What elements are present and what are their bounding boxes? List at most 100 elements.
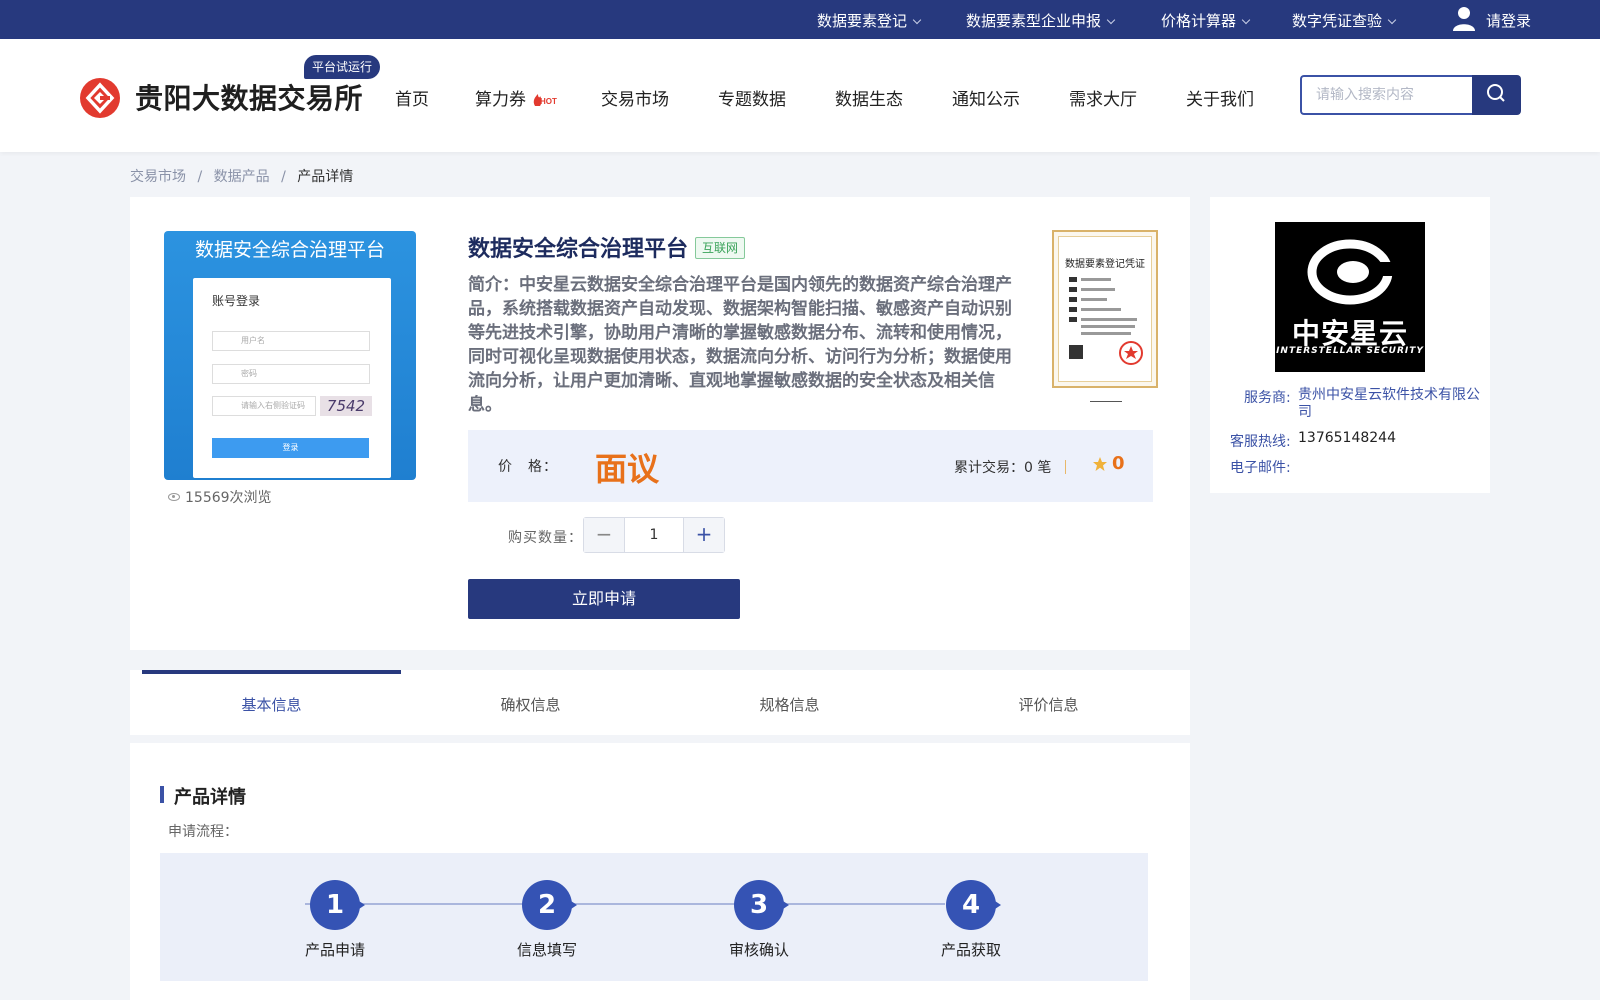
star-icon: [1093, 457, 1107, 471]
hotline-value: 13765148244: [1298, 430, 1396, 446]
quantity-label: 购买数量：: [508, 530, 583, 546]
provider-label-text: 服务商:: [1244, 390, 1291, 406]
provider-name[interactable]: 贵州中安星云软件技术有限公司: [1298, 387, 1483, 421]
trial-badge: 平台试运行: [304, 55, 381, 79]
provider-label: 服务商:: [1244, 387, 1291, 407]
step-number: 2: [522, 880, 577, 930]
topnav-price-calculator[interactable]: 价格计算器: [1161, 10, 1251, 31]
nav-ecosystem[interactable]: 数据生态: [835, 85, 903, 110]
tab-ownership-info[interactable]: 确权信息: [401, 670, 660, 735]
product-image: 数据安全综合治理平台 账号登录 用户名 密码 请输入右侧验证码 7542 登录: [164, 231, 416, 480]
certificate-inner: 数据要素登记凭证: [1058, 236, 1152, 382]
flow-step: 3 审核确认: [699, 880, 819, 960]
mock-username-field: 用户名: [212, 331, 370, 351]
product-image-login-mock: 账号登录 用户名 密码 请输入右侧验证码 7542 登录: [193, 278, 391, 478]
product-title: 数据安全综合治理平台: [468, 237, 689, 262]
detail-tabs: 基本信息 确权信息 规格信息 评价信息: [130, 670, 1190, 735]
search-box: [1300, 75, 1472, 115]
product-card: 数据安全综合治理平台 账号登录 用户名 密码 请输入右侧验证码 7542 登录 …: [130, 197, 1190, 650]
price-panel: 价 格： 面议 累计交易：0 笔 0: [468, 430, 1153, 502]
site-logo-text[interactable]: 贵阳大数据交易所: [135, 77, 363, 117]
mock-password-field: 密码: [212, 364, 370, 384]
flow-step: 2 信息填写: [487, 880, 607, 960]
chevron-down-icon: [1241, 15, 1251, 25]
topnav-certificate-check[interactable]: 数字凭证查验: [1292, 10, 1397, 31]
site-header: 贵阳大数据交易所 平台试运行 首页 算力券 HOT 交易市场 专题数据 数据生态…: [0, 39, 1600, 152]
mock-captcha-field: 请输入右侧验证码: [212, 396, 316, 416]
search-icon: [1487, 84, 1505, 102]
chevron-down-icon: [912, 15, 922, 25]
price-label: 价 格：: [498, 459, 558, 475]
search-input[interactable]: [1302, 77, 1472, 113]
breadcrumb: 交易市场 / 数据产品 / 产品详情: [130, 166, 360, 186]
flow-step: 1 产品申请: [275, 880, 395, 960]
rating-value: 0: [1112, 453, 1125, 474]
breadcrumb-market[interactable]: 交易市场: [130, 169, 186, 185]
section-title: 产品详情: [160, 783, 246, 809]
nav-about[interactable]: 关于我们: [1186, 85, 1254, 110]
registration-certificate[interactable]: 数据要素登记凭证: [1052, 230, 1158, 388]
quantity-stepper: − 1 +: [583, 517, 725, 553]
tab-spec-info[interactable]: 规格信息: [660, 670, 919, 735]
increase-quantity-button[interactable]: +: [683, 518, 724, 552]
user-icon[interactable]: [1452, 6, 1476, 32]
nav-compute-voucher[interactable]: 算力券: [475, 85, 526, 110]
hot-badge-text: HOT: [540, 97, 557, 106]
view-count: 15569次浏览: [168, 487, 272, 507]
step-label: 信息填写: [516, 941, 577, 959]
step-label: 产品申请: [304, 941, 365, 959]
breadcrumb-separator: /: [197, 169, 203, 185]
email-label-text: 电子邮件:: [1230, 460, 1291, 476]
application-flow: 1 产品申请 2 信息填写 3 审核确认 4 产品获取: [160, 853, 1148, 981]
apply-now-button[interactable]: 立即申请: [468, 579, 740, 619]
nav-market[interactable]: 交易市场: [601, 85, 669, 110]
vendor-logo: 中安星云 INTERSTELLAR SECURITY: [1275, 222, 1425, 372]
vendor-swirl-icon: [1307, 239, 1395, 305]
step-number: 4: [946, 880, 1001, 930]
topnav-enterprise-declare[interactable]: 数据要素型企业申报: [966, 10, 1116, 31]
mock-login-button: 登录: [212, 438, 369, 458]
mock-captcha-image: 7542: [320, 396, 372, 416]
email-label: 电子邮件:: [1230, 457, 1291, 477]
mock-login-title: 账号登录: [212, 294, 261, 308]
eye-icon: [168, 493, 180, 501]
breadcrumb-current: 产品详情: [297, 169, 354, 185]
vendor-card: 中安星云 INTERSTELLAR SECURITY 服务商: 贵州中安星云软件…: [1210, 197, 1490, 493]
tab-basic-info[interactable]: 基本信息: [142, 670, 401, 735]
topnav-label: 价格计算器: [1161, 12, 1237, 30]
hot-flame-icon: HOT: [533, 94, 557, 106]
product-details-section: 产品详情 申请流程： 1 产品申请 2 信息填写 3 审核确认 4 产品获取: [130, 743, 1190, 1000]
login-link[interactable]: 请登录: [1486, 10, 1531, 31]
chevron-down-icon: [1106, 15, 1116, 25]
trade-count: 累计交易：0 笔: [954, 460, 1052, 476]
search-button[interactable]: [1472, 75, 1521, 115]
step-label: 产品获取: [940, 941, 1001, 959]
quantity-input[interactable]: 1: [625, 518, 683, 552]
top-bar: 数据要素登记 数据要素型企业申报 价格计算器 数字凭证查验 请登录: [0, 0, 1600, 39]
flow-label: 申请流程：: [168, 824, 238, 840]
step-number: 3: [734, 880, 789, 930]
breadcrumb-data-products[interactable]: 数据产品: [214, 169, 270, 185]
divider: [1065, 460, 1066, 474]
nav-home[interactable]: 首页: [395, 85, 429, 110]
gbdex-logo-icon[interactable]: [79, 77, 121, 119]
nav-topic-data[interactable]: 专题数据: [718, 85, 786, 110]
flow-step: 4 产品获取: [911, 880, 1031, 960]
topnav-label: 数据要素登记: [817, 12, 908, 30]
hotline-label-text: 客服热线:: [1230, 434, 1291, 450]
decrease-quantity-button[interactable]: −: [584, 518, 625, 552]
flow-connector: [305, 903, 945, 905]
step-number: 1: [310, 880, 365, 930]
tab-review-info[interactable]: 评价信息: [919, 670, 1178, 735]
breadcrumb-separator: /: [281, 169, 286, 185]
certificate-content-graphic: [1069, 277, 1143, 365]
topnav-label: 数字凭证查验: [1292, 12, 1383, 30]
hotline-label: 客服热线:: [1230, 431, 1291, 451]
nav-notices[interactable]: 通知公示: [952, 85, 1020, 110]
view-count-text: 15569次浏览: [185, 490, 272, 506]
price-value: 面议: [595, 450, 660, 488]
chevron-down-icon: [1387, 15, 1397, 25]
nav-demand-hall[interactable]: 需求大厅: [1069, 85, 1137, 110]
vendor-logo-en: INTERSTELLAR SECURITY: [1276, 346, 1424, 356]
topnav-data-registration[interactable]: 数据要素登记: [817, 10, 922, 31]
